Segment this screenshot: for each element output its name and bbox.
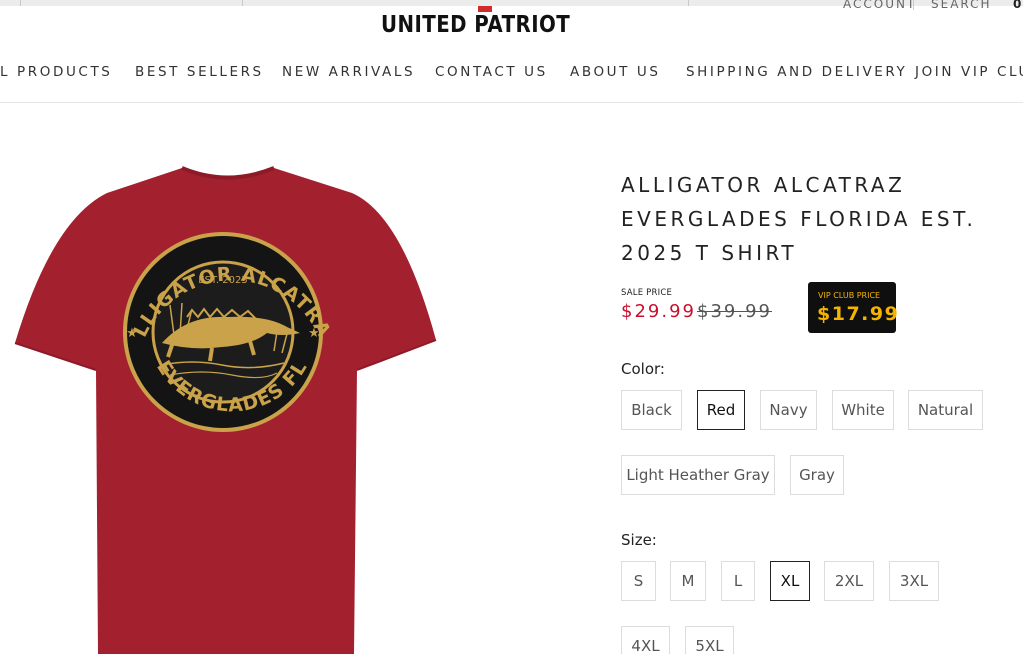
size-option-3xl[interactable]: 3XL <box>889 561 939 601</box>
strip-divider <box>242 0 243 6</box>
color-option-black[interactable]: Black <box>621 390 682 430</box>
size-option-xl[interactable]: XL <box>770 561 810 601</box>
color-label: Color: <box>621 360 665 378</box>
nav-shipping[interactable]: SHIPPING AND DELIVERY <box>686 64 907 80</box>
util-divider <box>913 0 914 10</box>
color-option-navy[interactable]: Navy <box>760 390 817 430</box>
size-option-2xl[interactable]: 2XL <box>824 561 874 601</box>
sale-price: $29.99 <box>621 301 696 322</box>
nav-best-sellers[interactable]: BEST SELLERS <box>135 64 264 80</box>
header-divider <box>0 102 1023 103</box>
color-option-red[interactable]: Red <box>697 390 745 430</box>
nav-new-arrivals[interactable]: NEW ARRIVALS <box>282 64 415 80</box>
nav-contact-us[interactable]: CONTACT US <box>435 64 548 80</box>
nav-all-products[interactable]: L PRODUCTS <box>0 64 112 80</box>
vip-price: $17.99 <box>817 303 900 325</box>
svg-text:★: ★ <box>126 326 138 341</box>
site-logo[interactable]: UNITED PATRIOT <box>381 12 570 38</box>
search-link[interactable]: SEARCH <box>931 0 992 11</box>
vip-price-label: VIP CLUB PRICE <box>818 291 881 300</box>
color-option-natural[interactable]: Natural <box>908 390 983 430</box>
product-image[interactable]: ALLIGATOR ALCATRAZ EST. 2025 EVERGLADES … <box>12 165 442 654</box>
color-option-light-heather-gray[interactable]: Light Heather Gray <box>621 455 775 495</box>
svg-text:★: ★ <box>308 326 320 341</box>
cart-count[interactable]: 0 <box>1013 0 1023 11</box>
size-option-s[interactable]: S <box>621 561 656 601</box>
product-title: ALLIGATOR ALCATRAZ EVERGLADES FLORIDA ES… <box>621 173 977 265</box>
nav-join-vip-club[interactable]: JOIN VIP CLUB <box>915 64 1023 80</box>
vip-price-badge[interactable]: VIP CLUB PRICE $17.99 <box>808 282 900 333</box>
svg-text:EST. 2025: EST. 2025 <box>198 275 247 286</box>
size-option-m[interactable]: M <box>670 561 706 601</box>
size-option-l[interactable]: L <box>721 561 755 601</box>
nav-about-us[interactable]: ABOUT US <box>570 64 661 80</box>
original-price: $39.99 <box>697 301 772 322</box>
color-option-white[interactable]: White <box>832 390 894 430</box>
strip-divider <box>688 0 689 6</box>
sale-price-label: SALE PRICE <box>621 288 673 298</box>
account-link[interactable]: ACCOUNT <box>843 0 916 11</box>
strip-divider <box>20 0 21 6</box>
size-option-5xl[interactable]: 5XL <box>685 626 734 654</box>
size-option-4xl[interactable]: 4XL <box>621 626 670 654</box>
color-option-gray[interactable]: Gray <box>790 455 844 495</box>
main-nav: L PRODUCTS BEST SELLERS NEW ARRIVALS CON… <box>0 64 1023 84</box>
size-label: Size: <box>621 531 657 549</box>
